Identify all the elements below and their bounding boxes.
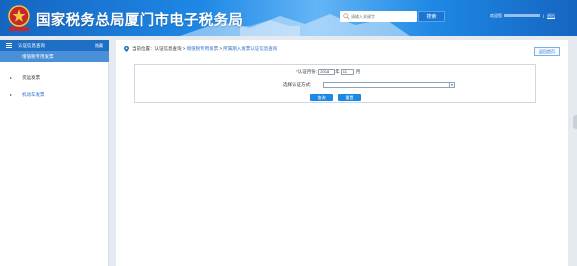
sidebar: 认证信息查询 隐藏 增值税专用发票 ▸ 货运发票 ▸ 机动车发票 bbox=[0, 40, 109, 266]
chevron-right-icon: ▸ bbox=[10, 75, 13, 80]
month-unit: 月 bbox=[355, 69, 361, 75]
auth-method-select[interactable]: ▾ bbox=[323, 82, 455, 88]
month-input[interactable]: 11 bbox=[340, 69, 354, 75]
sidebar-item-label: 增值税专用发票 bbox=[22, 54, 54, 59]
top-header: 国家税务总局厦门市电子税务局 搜索 欢迎您 |退出 bbox=[0, 0, 577, 36]
location-pin-icon bbox=[124, 46, 129, 52]
chevron-right-icon: ▸ bbox=[10, 92, 13, 97]
query-button[interactable]: 查询 bbox=[310, 94, 333, 101]
back-home-button[interactable]: 返回首页 bbox=[534, 47, 560, 56]
period-row: *认证月份: 2018 年 11 月 bbox=[296, 69, 360, 75]
search-box[interactable] bbox=[340, 11, 417, 22]
logout-link[interactable]: 退出 bbox=[547, 13, 555, 18]
sidebar-collapse-toggle[interactable]: 隐藏 bbox=[95, 43, 103, 49]
main-panel: 当前位置：认证信息查询 > 增值税专用发票 > 所属期入发票认证信息查询 返回首… bbox=[116, 40, 568, 266]
username-redacted bbox=[504, 14, 540, 18]
sidebar-item-freight-invoice[interactable]: ▸ 货运发票 bbox=[0, 72, 109, 83]
chevron-down-icon: ▾ bbox=[449, 83, 454, 87]
breadcrumb-prefix: 当前位置： bbox=[132, 46, 155, 52]
breadcrumb-link-vat[interactable]: 增值税专用发票 bbox=[187, 46, 219, 51]
method-label: 选择认证方式: bbox=[283, 82, 312, 87]
welcome-label: 欢迎您 bbox=[490, 13, 502, 18]
year-input[interactable]: 2018 bbox=[318, 69, 336, 75]
user-welcome: 欢迎您 | 退出 bbox=[490, 13, 555, 19]
welcome-separator: | bbox=[543, 13, 545, 18]
search-input[interactable] bbox=[351, 12, 413, 21]
search-icon bbox=[343, 13, 350, 20]
sidebar-item-vat-special-invoice[interactable]: 增值税专用发票 bbox=[0, 51, 109, 62]
tax-emblem-logo bbox=[8, 5, 30, 31]
sidebar-item-label: 机动车发票 bbox=[22, 92, 45, 97]
sidebar-item-vehicle-invoice[interactable]: ▸ 机动车发票 bbox=[0, 89, 109, 100]
query-form: *认证月份: 2018 年 11 月 选择认证方式: ▾ 查询 重置 bbox=[134, 64, 536, 103]
period-label: 认证月份: bbox=[297, 69, 318, 75]
breadcrumb-current: 所属期入发票认证信息查询 bbox=[223, 46, 278, 52]
breadcrumb: 当前位置：认证信息查询 > 增值税专用发票 > 所属期入发票认证信息查询 bbox=[124, 46, 277, 52]
menu-icon bbox=[6, 43, 12, 48]
sidebar-section-header[interactable]: 认证信息查询 隐藏 bbox=[0, 40, 109, 51]
sidebar-item-label: 货运发票 bbox=[22, 75, 40, 80]
side-scroll-handle[interactable] bbox=[573, 115, 577, 129]
reset-button[interactable]: 重置 bbox=[338, 94, 361, 101]
search-button[interactable]: 搜索 bbox=[418, 11, 445, 22]
sidebar-section-title: 认证信息查询 bbox=[18, 43, 45, 48]
breadcrumb-root: 认证信息查询 bbox=[154, 46, 182, 52]
site-title: 国家税务总局厦门市电子税务局 bbox=[36, 13, 244, 29]
year-unit: 年 bbox=[335, 69, 340, 75]
